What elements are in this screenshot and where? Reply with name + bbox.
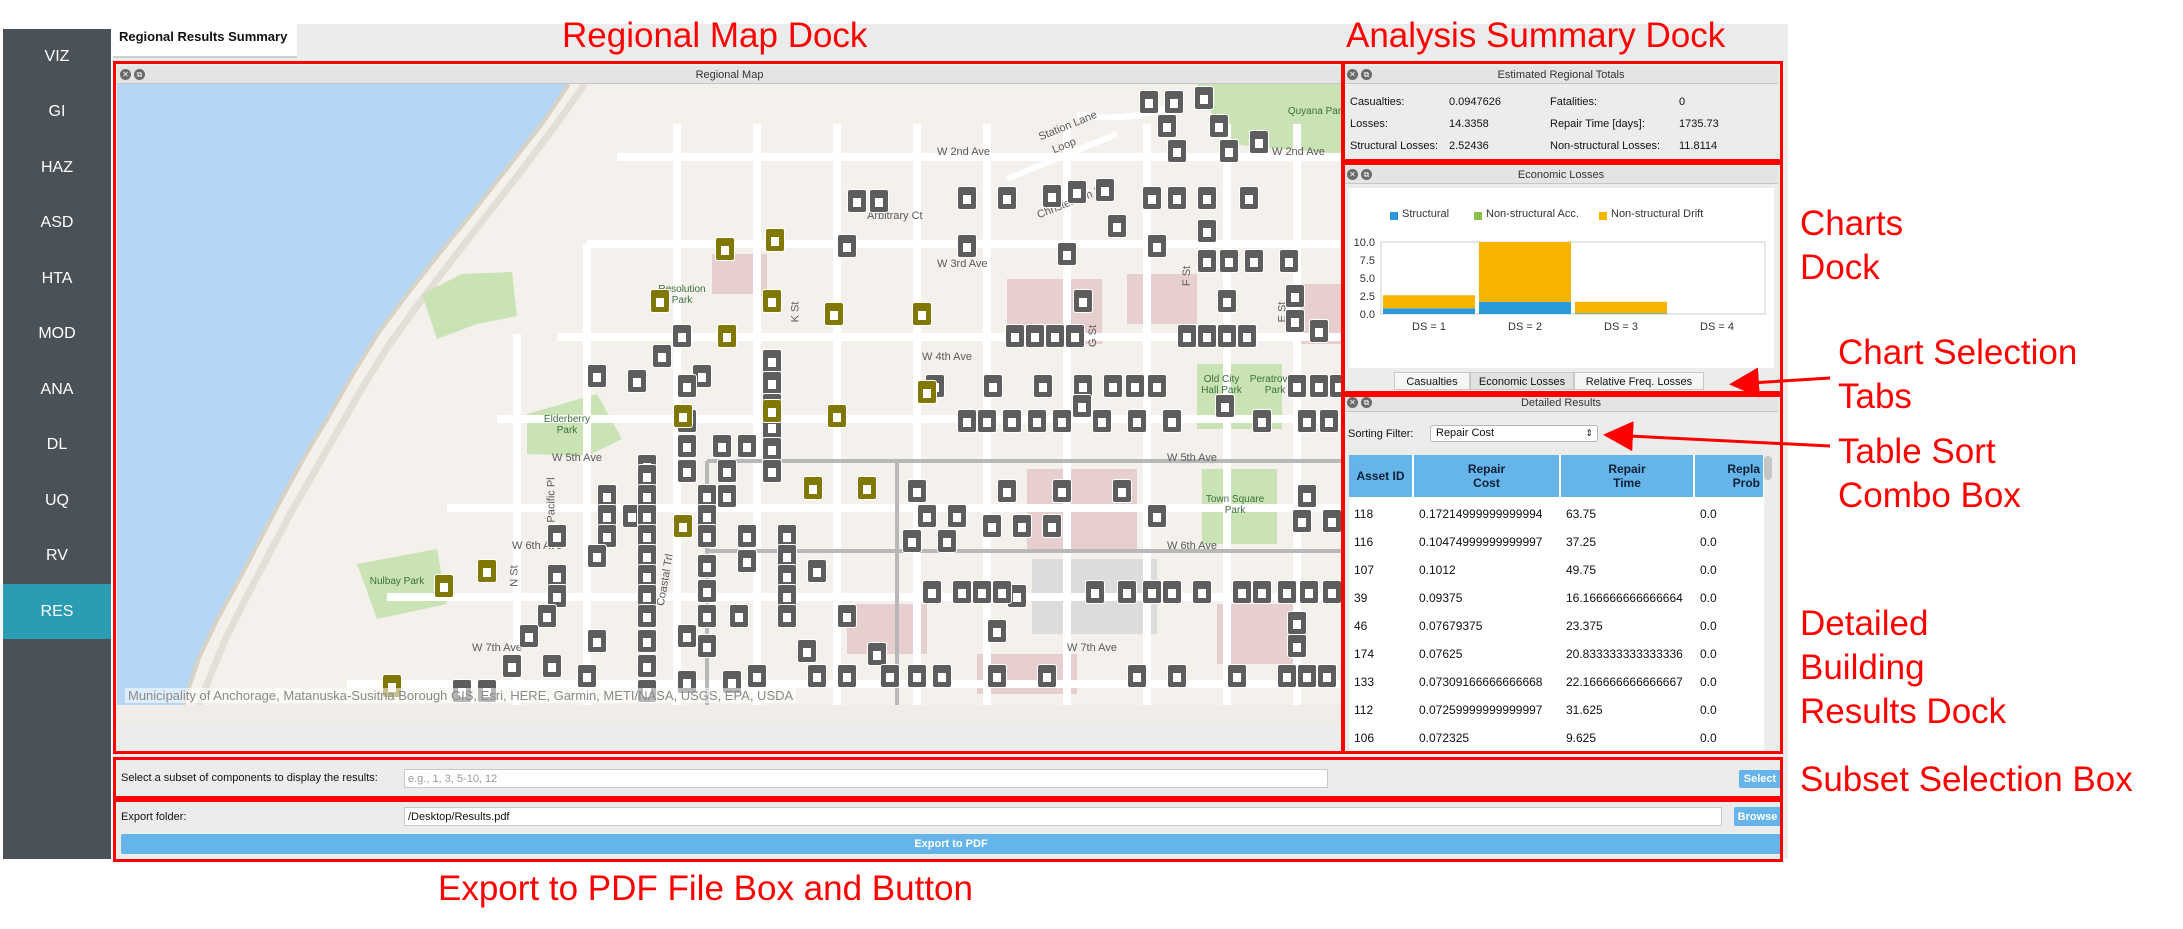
nav-item-dl[interactable]: DL bbox=[3, 417, 111, 472]
annotation-label-table-sort: Table Sort bbox=[1838, 432, 1996, 471]
nav-item-mod[interactable]: MOD bbox=[3, 306, 111, 361]
annotation-label-summary: Analysis Summary Dock bbox=[1346, 16, 1726, 55]
annotation-box-details bbox=[1341, 394, 1783, 754]
nav-item-asd[interactable]: ASD bbox=[3, 195, 111, 250]
annotation-label-subset: Subset Selection Box bbox=[1800, 760, 2133, 799]
nav-item-rv[interactable]: RV bbox=[3, 528, 111, 583]
annotation-box-subset bbox=[113, 757, 1783, 799]
nav-item-uq[interactable]: UQ bbox=[3, 473, 111, 528]
annotation-box-summary bbox=[1341, 61, 1783, 162]
annotation-label-export: Export to PDF File Box and Button bbox=[438, 869, 973, 908]
annotation-label-map: Regional Map Dock bbox=[562, 16, 868, 55]
nav-item-gi[interactable]: GI bbox=[3, 84, 111, 139]
annotation-label-charts: Dock bbox=[1800, 248, 1880, 287]
sidebar-nav: VIZ GI HAZ ASD HTA MOD ANA DL UQ RV RES bbox=[3, 29, 111, 859]
annotation-label-chart-tabs: Tabs bbox=[1838, 377, 1912, 416]
annotation-label-details: Results Dock bbox=[1800, 692, 2007, 731]
tab-regional-results-summary[interactable]: Regional Results Summary bbox=[113, 24, 297, 58]
nav-item-hta[interactable]: HTA bbox=[3, 251, 111, 306]
annotation-label-details: Building bbox=[1800, 648, 1925, 687]
annotation-label-charts: Charts bbox=[1800, 204, 1904, 243]
nav-item-haz[interactable]: HAZ bbox=[3, 140, 111, 195]
annotation-box-export bbox=[113, 799, 1783, 862]
nav-item-ana[interactable]: ANA bbox=[3, 362, 111, 417]
annotation-label-details: Detailed bbox=[1800, 604, 1929, 643]
nav-item-res[interactable]: RES bbox=[3, 584, 111, 639]
annotation-box-map bbox=[113, 61, 1345, 754]
annotation-label-chart-tabs: Chart Selection bbox=[1838, 333, 2078, 372]
nav-item-viz[interactable]: VIZ bbox=[3, 29, 111, 84]
annotation-box-charts bbox=[1341, 162, 1783, 394]
annotation-label-table-sort: Combo Box bbox=[1838, 476, 2021, 515]
